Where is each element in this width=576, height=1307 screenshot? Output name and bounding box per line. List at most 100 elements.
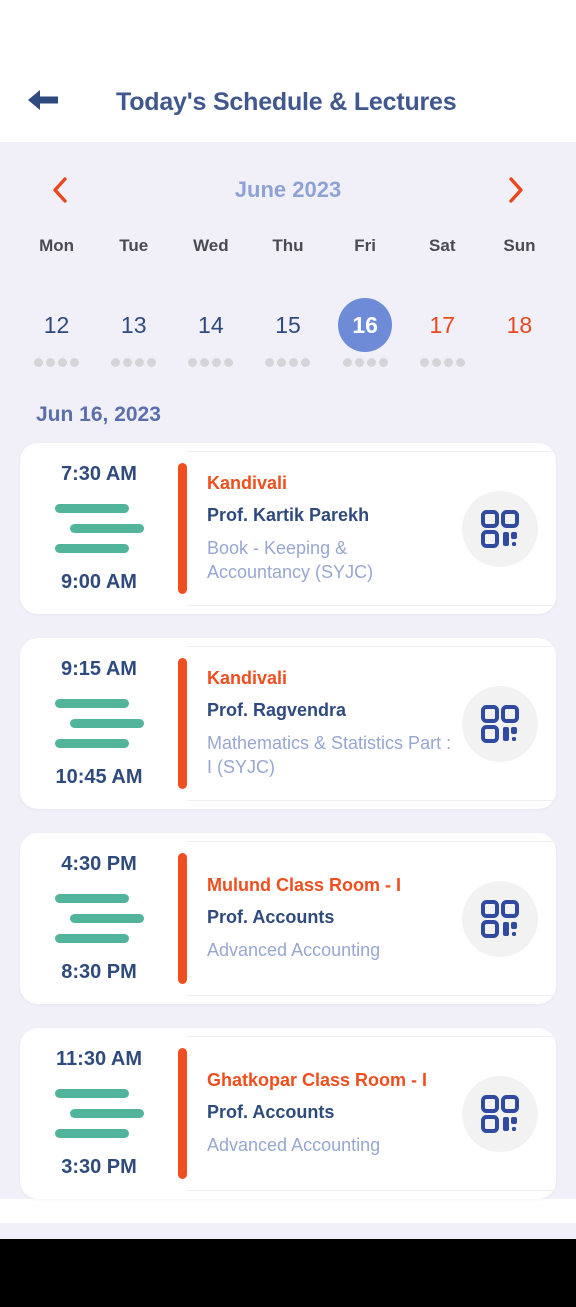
calendar-day-15[interactable]: 15 xyxy=(249,286,326,367)
duration-bars-icon xyxy=(54,699,144,748)
duration-bar xyxy=(69,719,144,728)
back-button[interactable] xyxy=(26,80,78,124)
event-dot xyxy=(58,358,68,367)
duration-bar xyxy=(54,544,129,553)
calendar-day-number: 17 xyxy=(429,312,456,338)
schedule-card-body: Mulund Class Room - I Prof. Accounts Advan… xyxy=(178,833,556,1004)
duration-bar xyxy=(54,1129,129,1138)
calendar-day-number: 15 xyxy=(275,312,301,338)
calendar-day-12[interactable]: 12 xyxy=(18,286,95,367)
schedule-text-block: Kandivali Prof. Ragvendra Mathematics & St… xyxy=(207,668,462,778)
app-screen: Today's Schedule & Lectures June 2023 Mo… xyxy=(0,0,576,1307)
calendar-next-button[interactable] xyxy=(500,174,532,206)
calendar-header: June 2023 xyxy=(18,164,558,214)
schedule-text-block: Kandivali Prof. Kartik Parekh Book - Keepi… xyxy=(207,473,462,583)
event-dot xyxy=(443,358,453,367)
calendar-day-18[interactable]: 18 xyxy=(481,286,558,367)
calendar-dayname-sun: Sun xyxy=(503,236,536,255)
event-dot xyxy=(289,358,299,367)
system-navigation-bar xyxy=(0,1239,576,1307)
calendar-prev-button[interactable] xyxy=(44,174,76,206)
arrow-left-icon xyxy=(26,87,60,118)
schedule-start-time: 7:30 AM xyxy=(61,463,137,485)
schedule-professor: Prof. Ragvendra xyxy=(207,700,347,721)
qr-scan-button[interactable] xyxy=(462,685,538,762)
schedule-start-time: 11:30 AM xyxy=(56,1048,142,1070)
duration-bar xyxy=(54,1089,129,1098)
event-dot xyxy=(431,358,441,367)
event-dot xyxy=(123,358,133,367)
qr-scan-icon xyxy=(481,704,519,743)
schedule-card[interactable]: 11:30 AM 3:30 PM Ghatkopar Class Room - I P… xyxy=(20,1028,556,1199)
qr-scan-button[interactable] xyxy=(462,490,538,567)
calendar-dayname-sat: Sat xyxy=(429,236,456,255)
schedule-subject: Advanced Accounting xyxy=(207,939,381,960)
calendar-month-label: June 2023 xyxy=(234,177,342,202)
qr-scan-button[interactable] xyxy=(462,880,538,957)
event-dot xyxy=(34,358,44,367)
calendar-dayname-wed: Wed xyxy=(193,236,229,255)
schedule-room: Kandivali xyxy=(207,668,288,689)
schedule-accent-bar xyxy=(178,853,187,984)
event-dot xyxy=(135,358,145,367)
schedule-accent-bar xyxy=(178,463,187,594)
calendar-day-number: 14 xyxy=(198,312,224,338)
schedule-card[interactable]: 9:15 AM 10:45 AM Kandivali Prof. Ragvendra M… xyxy=(20,638,556,809)
duration-bars-icon xyxy=(54,1089,144,1138)
event-dot xyxy=(301,358,311,367)
schedule-room: Kandivali xyxy=(207,473,288,494)
schedule-subject: Advanced Accounting xyxy=(207,1134,381,1155)
calendar-day-14[interactable]: 14 xyxy=(172,286,249,367)
event-dot xyxy=(342,358,352,367)
event-dot xyxy=(354,358,364,367)
qr-scan-icon xyxy=(481,899,519,938)
calendar-panel: June 2023 Mon Tue Wed Thu Fri Sat Sun 12 13 14 15… xyxy=(0,142,576,393)
selected-date-label: Jun 16, 2023 xyxy=(0,393,576,443)
calendar-day-13[interactable]: 13 xyxy=(95,286,172,367)
qr-scan-icon xyxy=(481,509,519,548)
list-bottom-padding xyxy=(0,1223,576,1239)
calendar-day-event-dots xyxy=(34,358,80,367)
schedule-card-body: Kandivali Prof. Ragvendra Mathematics & St… xyxy=(178,638,556,809)
qr-scan-button[interactable] xyxy=(462,1075,538,1152)
schedule-end-time: 10:45 AM xyxy=(55,766,143,788)
duration-bar xyxy=(69,1109,144,1118)
schedule-time-column: 11:30 AM 3:30 PM xyxy=(20,1028,178,1199)
event-dot xyxy=(224,358,234,367)
duration-bars-icon xyxy=(54,504,144,553)
schedule-start-time: 4:30 PM xyxy=(61,853,137,875)
calendar-day-17[interactable]: 17 xyxy=(404,286,481,367)
calendar-day-number: 18 xyxy=(506,312,533,338)
event-dot xyxy=(419,358,429,367)
event-dot xyxy=(378,358,388,367)
duration-bar xyxy=(54,739,129,748)
schedule-text-block: Mulund Class Room - I Prof. Accounts Advan… xyxy=(207,875,462,962)
calendar-day-16[interactable]: 16 xyxy=(327,286,404,367)
duration-bars-icon xyxy=(54,894,144,943)
calendar-day-number: 16 xyxy=(338,298,393,352)
event-dot xyxy=(188,358,198,367)
calendar-dayname-mon: Mon xyxy=(39,236,75,255)
schedule-professor: Prof. Accounts xyxy=(207,906,335,927)
schedule-professor: Prof. Kartik Parekh xyxy=(207,505,370,526)
schedule-time-column: 7:30 AM 9:00 AM xyxy=(20,443,178,614)
status-bar xyxy=(0,0,576,62)
calendar-day-number: 13 xyxy=(120,312,147,338)
schedule-subject: Mathematics & Statistics Part : I (SYJC) xyxy=(207,733,452,777)
event-dot xyxy=(455,358,465,367)
calendar-daynames-row: Mon Tue Wed Thu Fri Sat Sun xyxy=(18,236,558,264)
chevron-right-icon xyxy=(507,176,525,204)
calendar-day-event-dots xyxy=(188,358,234,367)
schedule-card[interactable]: 4:30 PM 8:30 PM Mulund Class Room - I Prof.… xyxy=(20,833,556,1004)
schedule-start-time: 9:15 AM xyxy=(61,658,137,680)
qr-scan-icon xyxy=(481,1094,519,1133)
duration-bar xyxy=(54,934,129,943)
schedule-accent-bar xyxy=(178,1048,187,1179)
schedule-card-content: Ghatkopar Class Room - I Prof. Accounts Ad… xyxy=(187,1036,556,1191)
schedule-card-content: Kandivali Prof. Ragvendra Mathematics & St… xyxy=(187,646,556,801)
calendar-day-number: 12 xyxy=(43,312,70,338)
schedule-card[interactable]: 7:30 AM 9:00 AM Kandivali Prof. Kartik Pare… xyxy=(20,443,556,614)
event-dot xyxy=(147,358,157,367)
schedule-card-content: Kandivali Prof. Kartik Parekh Book - Keepi… xyxy=(187,451,556,606)
schedule-room: Mulund Class Room - I xyxy=(207,874,402,895)
